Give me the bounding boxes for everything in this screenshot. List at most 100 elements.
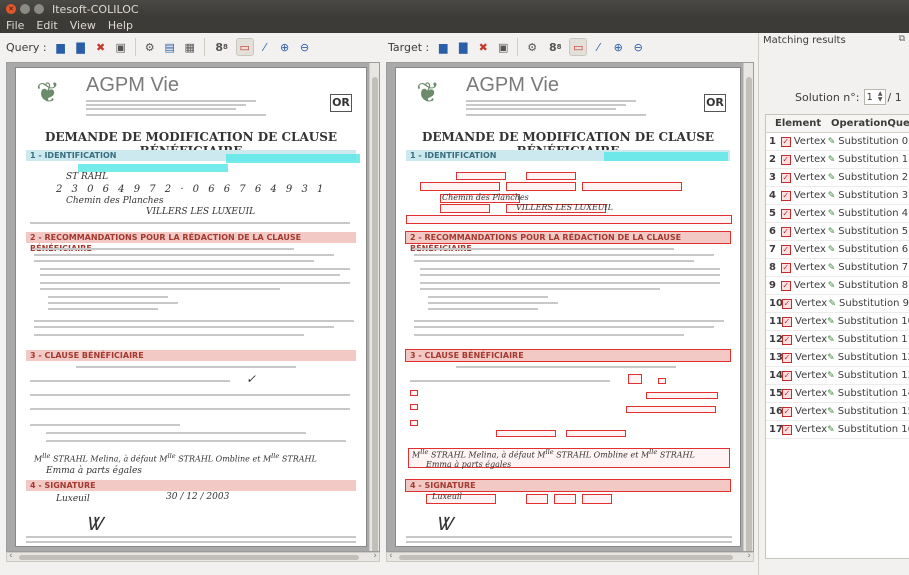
open-image-icon[interactable]: ▇: [455, 39, 471, 55]
zoom-out-icon[interactable]: ⊖: [297, 39, 313, 55]
menu-edit[interactable]: Edit: [30, 19, 63, 32]
table-row[interactable]: 17 ✓ Vertex ✎ Substitution 16: [766, 421, 909, 439]
operation-value: Substitution 12: [837, 352, 909, 363]
element-header[interactable]: Element: [769, 118, 821, 129]
table-row[interactable]: 4 ✓ Vertex ✎ Substitution 3: [766, 187, 909, 205]
table-row[interactable]: 3 ✓ Vertex ✎ Substitution 2: [766, 169, 909, 187]
table-row[interactable]: 1 ✓ Vertex ✎ Substitution 0: [766, 133, 909, 151]
zoom-in-icon[interactable]: ⊕: [610, 39, 626, 55]
text-line: [414, 260, 694, 262]
checkbox-icon[interactable]: ✓: [780, 262, 791, 273]
query-document-pane[interactable]: ❦ AGPM Vie OR DEMANDE DE MODIFICATION DE…: [6, 62, 380, 552]
checkbox-icon[interactable]: ✓: [782, 424, 792, 435]
scrollbar-thumb[interactable]: [746, 77, 752, 551]
menu-help[interactable]: Help: [102, 19, 139, 32]
table-row[interactable]: 2 ✓ Vertex ✎ Substitution 1: [766, 151, 909, 169]
minimize-window-button[interactable]: [20, 4, 30, 14]
target-horizontal-scrollbar[interactable]: ‹ ›: [386, 551, 754, 562]
checkbox-icon[interactable]: ✓: [780, 244, 791, 255]
scrollbar-thumb[interactable]: [399, 555, 733, 560]
operation-value: Substitution 0: [838, 136, 909, 147]
table-row[interactable]: 7 ✓ Vertex ✎ Substitution 6: [766, 241, 909, 259]
pen-icon: ✎: [827, 262, 836, 273]
select-box-icon[interactable]: ▭: [235, 38, 254, 56]
table-row[interactable]: 10 ✓ Vertex ✎ Substitution 9: [766, 295, 909, 313]
delete-icon[interactable]: ✖: [475, 39, 491, 55]
table-row[interactable]: 8 ✓ Vertex ✎ Substitution 7: [766, 259, 909, 277]
table-row[interactable]: 13 ✓ Vertex ✎ Substitution 12: [766, 349, 909, 367]
table-row[interactable]: 16 ✓ Vertex ✎ Substitution 15: [766, 403, 909, 421]
checkbox-icon[interactable]: ✓: [782, 316, 792, 327]
table-row[interactable]: 9 ✓ Vertex ✎ Substitution 8: [766, 277, 909, 295]
scroll-right-arrow-icon[interactable]: ›: [747, 551, 751, 561]
spin-arrows-icon[interactable]: ▲ ▼: [878, 91, 883, 103]
match-box-field: [496, 430, 556, 437]
operation-header[interactable]: Operation: [821, 118, 887, 129]
settings-gear-icon[interactable]: ⚙: [142, 39, 158, 55]
ocr-icon[interactable]: ▤: [162, 39, 178, 55]
checkbox-icon[interactable]: ✓: [780, 226, 791, 237]
text-line: [40, 282, 350, 284]
checkbox-icon[interactable]: ✓: [782, 406, 792, 417]
checkbox-icon[interactable]: ✓: [782, 352, 792, 363]
zoom-value-icon[interactable]: 88: [211, 39, 233, 55]
open-folder-icon[interactable]: ▆: [435, 39, 451, 55]
solution-spinbox[interactable]: 1 ▲ ▼: [863, 89, 886, 105]
checkbox-icon[interactable]: ✓: [780, 136, 791, 147]
select-box-icon[interactable]: ▭: [569, 38, 588, 56]
table-row[interactable]: 15 ✓ Vertex ✎ Substitution 14: [766, 385, 909, 403]
pen-icon: ✎: [827, 190, 836, 201]
pen-icon[interactable]: ⁄: [257, 39, 273, 55]
target-document-pane[interactable]: ❦ AGPM Vie OR DEMANDE DE MODIFICATION DE…: [386, 62, 754, 552]
scroll-right-arrow-icon[interactable]: ›: [373, 551, 377, 561]
close-window-button[interactable]: ✕: [6, 4, 16, 14]
save-icon[interactable]: ▣: [495, 39, 511, 55]
checkbox-icon[interactable]: ✓: [780, 154, 791, 165]
element-value: Vertex: [793, 190, 826, 201]
checkbox-icon[interactable]: ✓: [780, 172, 791, 183]
zoom-in-icon[interactable]: ⊕: [277, 39, 293, 55]
table-row[interactable]: 11 ✓ Vertex ✎ Substitution 10: [766, 313, 909, 331]
row-number: 6: [769, 226, 776, 237]
maximize-window-button[interactable]: [34, 4, 44, 14]
zoom-value-icon[interactable]: 88: [544, 39, 566, 55]
checkbox-icon[interactable]: ✓: [780, 190, 791, 201]
handwritten-birth-numbers: 2 3 0 6 4 9 7 2 · 0 6 6 7 6 4 9 3 1: [56, 184, 327, 195]
target-vertical-scrollbar[interactable]: [743, 63, 753, 551]
table-row[interactable]: 5 ✓ Vertex ✎ Substitution 4: [766, 205, 909, 223]
section-recommendations: 2 - RECOMMANDATIONS POUR LA RÉDACTION DE…: [405, 231, 731, 253]
query-header[interactable]: Que: [887, 118, 909, 129]
open-folder-icon[interactable]: ▆: [53, 39, 69, 55]
checkbox-icon[interactable]: ✓: [780, 208, 791, 219]
table-row[interactable]: 6 ✓ Vertex ✎ Substitution 5: [766, 223, 909, 241]
checkbox-icon[interactable]: ✓: [782, 370, 792, 381]
text-line: [420, 288, 660, 290]
checkbox-icon[interactable]: ✓: [782, 334, 792, 345]
query-vertical-scrollbar[interactable]: [369, 63, 379, 551]
open-image-icon[interactable]: ▇: [73, 39, 89, 55]
scroll-left-arrow-icon[interactable]: ‹: [389, 551, 393, 561]
scrollbar-thumb[interactable]: [372, 77, 378, 551]
menu-view[interactable]: View: [64, 19, 102, 32]
text-line: [48, 296, 168, 298]
checkbox-icon[interactable]: ✓: [780, 280, 791, 291]
operation-cell: ✎ Substitution 2: [828, 172, 909, 183]
scroll-left-arrow-icon[interactable]: ‹: [9, 551, 13, 561]
query-horizontal-scrollbar[interactable]: ‹ ›: [6, 551, 380, 562]
save-icon[interactable]: ▣: [113, 39, 129, 55]
float-panel-icon[interactable]: ⧉: [899, 34, 905, 44]
checkbox-icon[interactable]: ✓: [782, 298, 792, 309]
scrollbar-thumb[interactable]: [19, 555, 359, 560]
pen-icon[interactable]: ⁄: [590, 39, 606, 55]
graph-icon[interactable]: ▦: [182, 39, 198, 55]
menu-file[interactable]: File: [0, 19, 30, 32]
zoom-out-icon[interactable]: ⊖: [630, 39, 646, 55]
checkbox-icon[interactable]: ✓: [782, 388, 792, 399]
text-line: [414, 254, 714, 256]
delete-icon[interactable]: ✖: [93, 39, 109, 55]
match-box-email: [582, 182, 682, 191]
separator: [134, 38, 136, 56]
table-row[interactable]: 12 ✓ Vertex ✎ Substitution 11: [766, 331, 909, 349]
table-row[interactable]: 14 ✓ Vertex ✎ Substitution 13: [766, 367, 909, 385]
settings-gear-icon[interactable]: ⚙: [524, 39, 540, 55]
